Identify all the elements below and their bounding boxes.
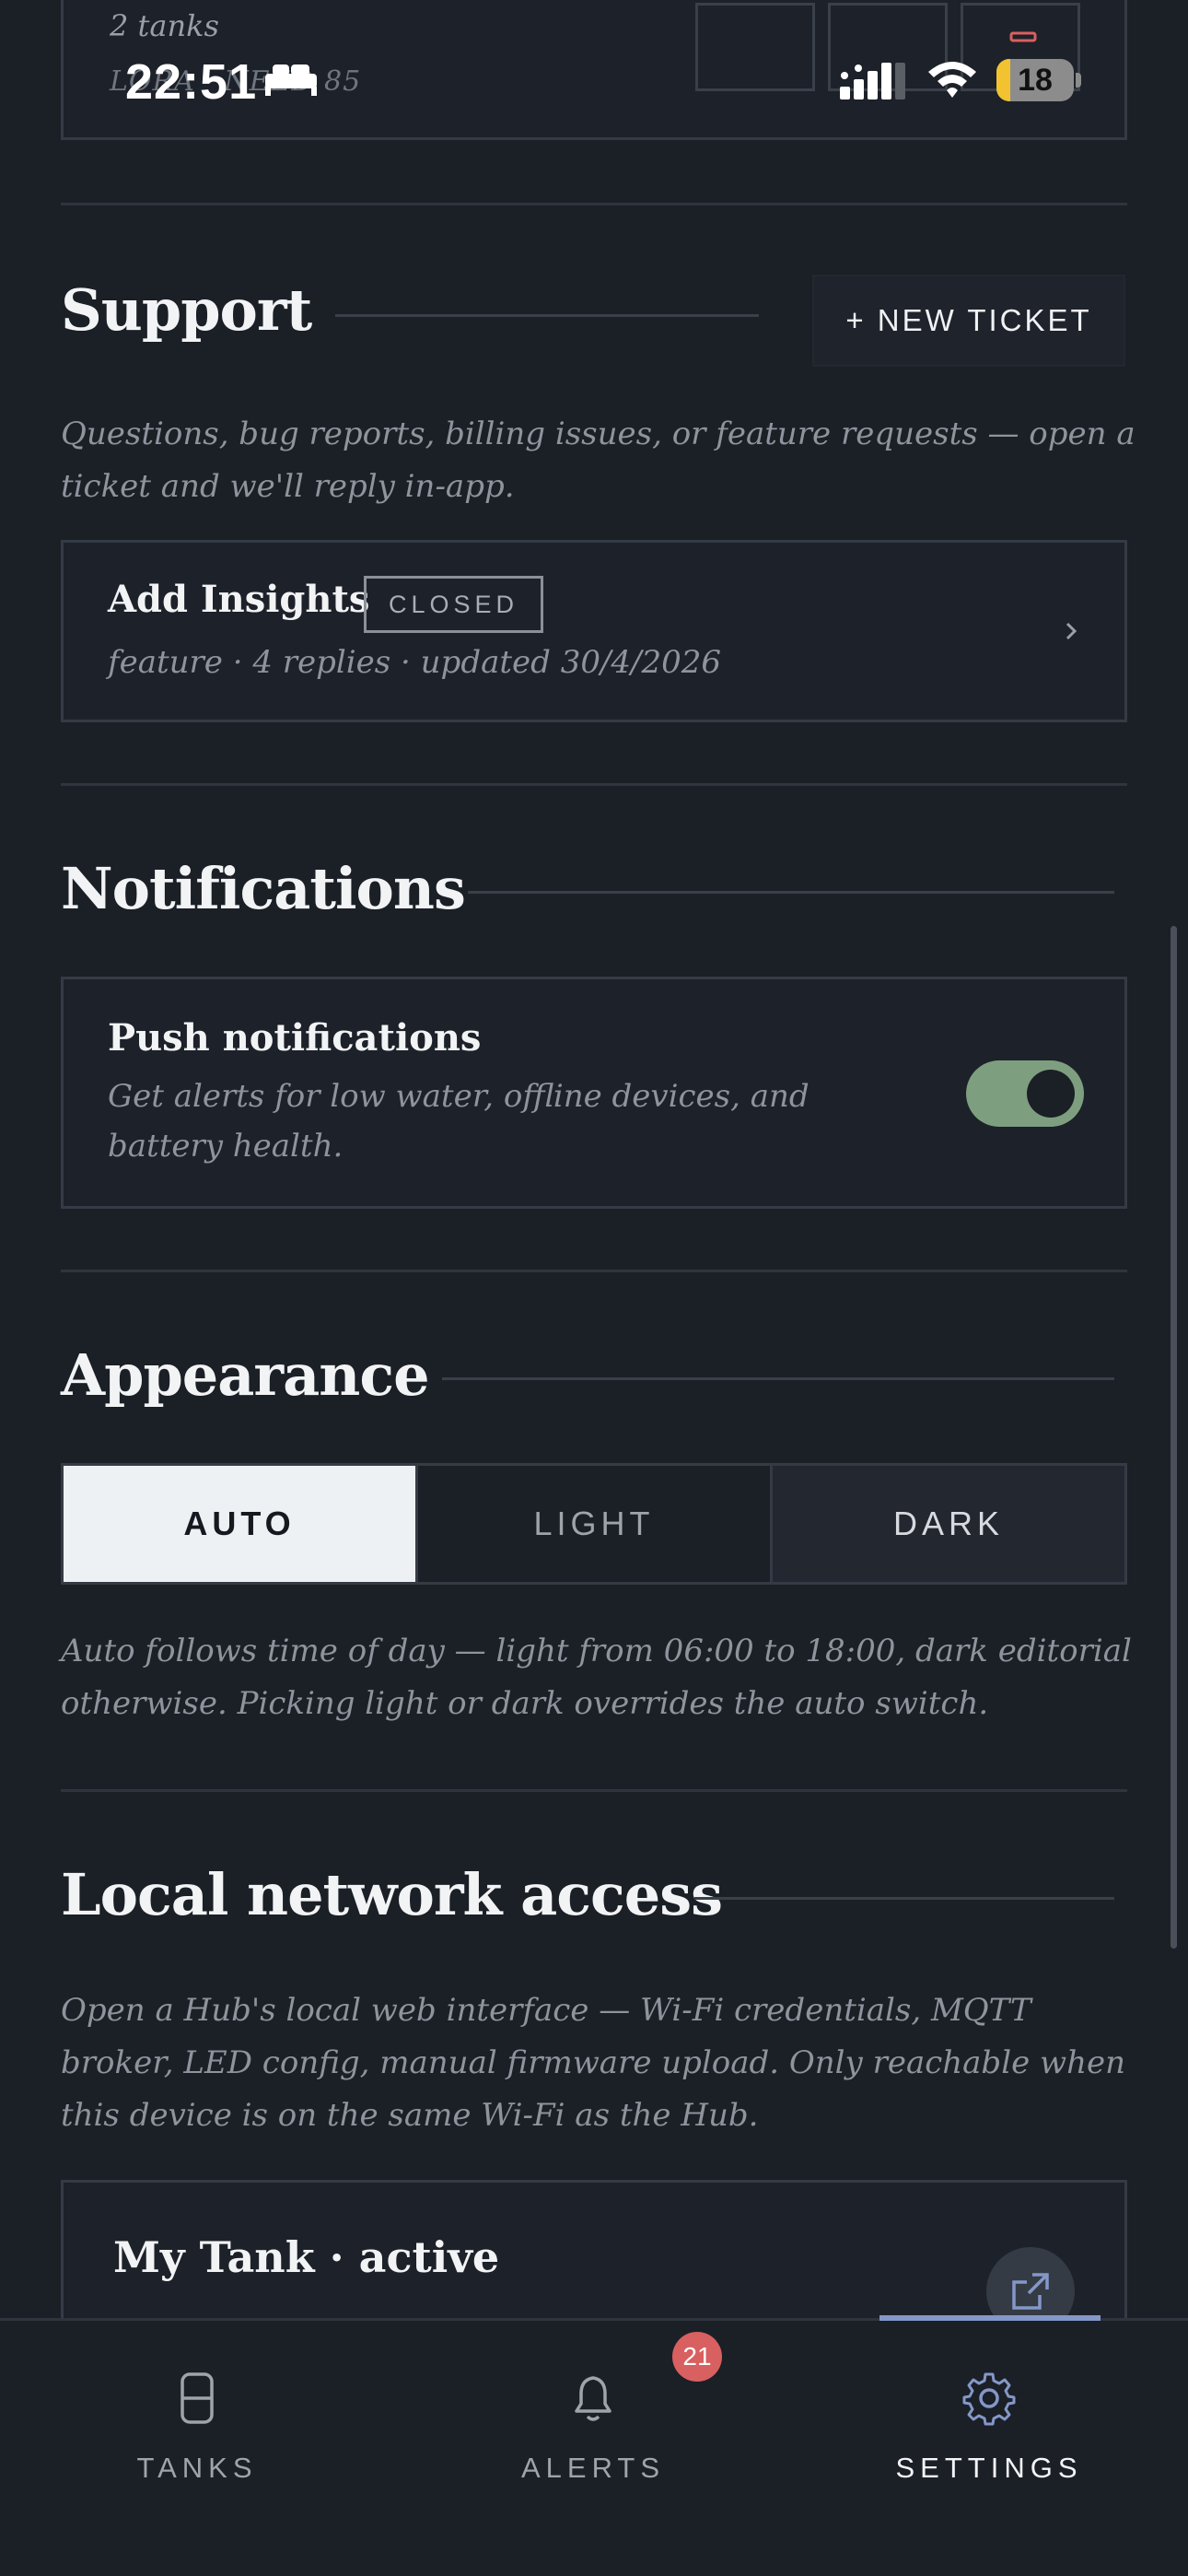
push-notifications-description: Get alerts for low water, offline device… [108, 1078, 809, 1165]
theme-option-dark[interactable]: DARK [773, 1466, 1124, 1582]
push-notifications-title: Push notifications [108, 1016, 482, 1060]
section-divider [61, 1270, 1127, 1272]
card-action-button-2[interactable] [828, 3, 948, 91]
new-ticket-button[interactable]: + NEW TICKET [812, 275, 1125, 367]
external-link-icon [1012, 2273, 1049, 2310]
tab-alerts-label: ALERTS [520, 2452, 666, 2484]
ticket-title: Add Insights [108, 578, 370, 621]
local-network-description: Open a Hub's local web interface — Wi-Fi… [61, 1992, 1126, 2134]
push-notifications-toggle[interactable] [966, 1060, 1084, 1127]
support-title: Support [61, 276, 312, 344]
toggle-knob [1027, 1070, 1075, 1118]
push-notifications-card: Push notifications Get alerts for low wa… [61, 977, 1127, 1209]
bottom-tab-bar: TANKS ALERTS 21 SETTINGS [0, 2315, 1188, 2576]
section-divider [61, 783, 1127, 786]
section-divider [61, 1789, 1127, 1792]
tank-leds-text: LORA · NEED 85 [110, 65, 362, 98]
card-delete-button[interactable] [961, 3, 1080, 91]
title-rule [335, 314, 759, 317]
trash-icon [1009, 31, 1037, 42]
gear-icon [962, 2372, 1016, 2426]
tank-icon [181, 2372, 214, 2424]
appearance-title: Appearance [61, 1341, 430, 1409]
title-rule [694, 1897, 1114, 1900]
tab-settings[interactable]: SETTINGS [851, 2348, 1127, 2514]
local-network-title: Local network access [61, 1861, 723, 1928]
tank-count-text: 2 tanks [110, 8, 219, 43]
theme-option-auto[interactable]: AUTO [64, 1466, 418, 1582]
bell-icon [575, 2376, 611, 2421]
tab-settings-label: SETTINGS [895, 2452, 1083, 2484]
tab-tanks-label: TANKS [136, 2452, 258, 2484]
support-description: Questions, bug reports, billing issues, … [61, 416, 1136, 505]
tank-summary-card: 2 tanks LORA · NEED 85 [61, 0, 1127, 140]
chevron-right-icon [1066, 622, 1077, 640]
ticket-status-badge: CLOSED [364, 576, 544, 633]
tab-tanks[interactable]: TANKS [59, 2348, 335, 2514]
title-rule [442, 1377, 1114, 1380]
title-rule [468, 891, 1114, 894]
theme-selector: AUTO LIGHT DARK [61, 1463, 1127, 1585]
active-tab-indicator [879, 2315, 1101, 2321]
appearance-description: Auto follows time of day — light from 06… [61, 1633, 1132, 1722]
ticket-card[interactable]: Add Insights CLOSED feature · 4 replies … [61, 540, 1127, 722]
notifications-title: Notifications [61, 855, 466, 922]
card-action-button-1[interactable] [695, 3, 815, 91]
alerts-count-badge: 21 [672, 2332, 722, 2382]
section-divider [61, 203, 1127, 205]
ticket-meta: feature · 4 replies · updated 30/4/2026 [108, 644, 722, 681]
hub-name: My Tank · active [113, 2232, 500, 2282]
scrollbar[interactable] [1171, 926, 1177, 1949]
theme-option-light[interactable]: LIGHT [418, 1466, 773, 1582]
